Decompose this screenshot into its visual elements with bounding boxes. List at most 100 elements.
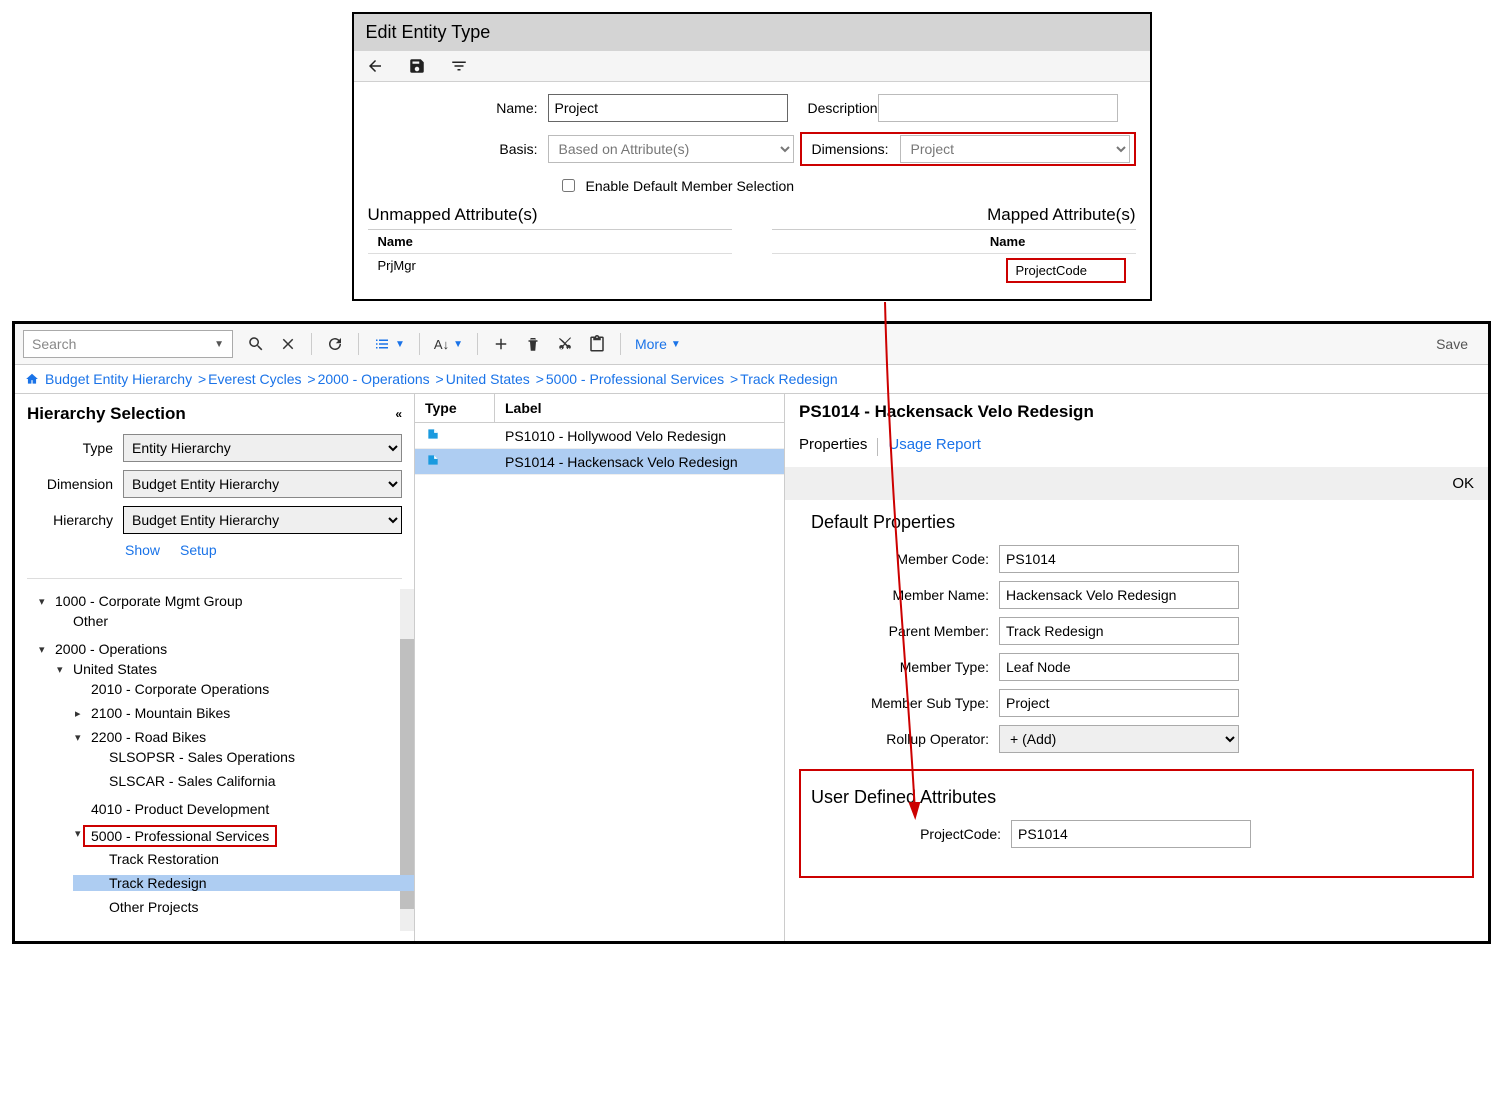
hierarchy-label: Hierarchy bbox=[27, 512, 113, 528]
enable-default-label: Enable Default Member Selection bbox=[586, 178, 795, 194]
save-button[interactable]: Save bbox=[1436, 336, 1480, 352]
mapped-name-hdr: Name bbox=[772, 230, 1136, 254]
sort-button[interactable]: A↓ ▼ bbox=[434, 337, 463, 352]
tree-node[interactable]: United States 2010 - Corporate Operation… bbox=[73, 657, 402, 927]
unmapped-heading: Unmapped Attribute(s) bbox=[368, 205, 732, 225]
dimension-select[interactable]: Budget Entity Hierarchy bbox=[123, 470, 402, 498]
tree-node[interactable]: SLSCAR - Sales California bbox=[109, 769, 402, 793]
scrollbar-thumb[interactable] bbox=[400, 639, 414, 909]
filter-icon[interactable] bbox=[450, 57, 468, 75]
edit-entity-dialog: Edit Entity Type Name: Description: Basi… bbox=[352, 12, 1152, 301]
member-code-field[interactable] bbox=[999, 545, 1239, 573]
paste-icon[interactable] bbox=[588, 335, 606, 353]
tree-node[interactable]: 2100 - Mountain Bikes bbox=[91, 701, 402, 725]
enable-default-checkbox[interactable] bbox=[562, 179, 575, 192]
tree-node[interactable]: 2200 - Road Bikes SLSOPSR - Sales Operat… bbox=[91, 725, 402, 797]
search-placeholder: Search bbox=[32, 336, 76, 352]
save-icon[interactable] bbox=[408, 57, 426, 75]
sort-icon: A↓ bbox=[434, 337, 449, 352]
uda-heading: User Defined Attributes bbox=[811, 787, 1462, 808]
mapped-row[interactable]: ProjectCode bbox=[1008, 260, 1124, 281]
tree-node-highlight[interactable]: 5000 - Professional Services Track Resto… bbox=[91, 821, 402, 923]
list-view-button[interactable]: ▼ bbox=[373, 335, 405, 353]
add-icon[interactable] bbox=[492, 335, 510, 353]
detail-title: PS1014 - Hackensack Velo Redesign bbox=[799, 402, 1474, 422]
dimensions-highlight: Dimensions: Project bbox=[800, 132, 1136, 166]
projectcode-field[interactable] bbox=[1011, 820, 1251, 848]
crumb-3[interactable]: United States bbox=[446, 371, 530, 387]
mid-label-hdr: Label bbox=[495, 394, 784, 422]
rollup-label: Rollup Operator: bbox=[799, 731, 999, 747]
tab-properties[interactable]: Properties bbox=[799, 436, 867, 457]
user-defined-attributes: User Defined Attributes ProjectCode: bbox=[799, 769, 1474, 878]
tree-node[interactable]: 2000 - Operations United States 2010 - C… bbox=[55, 637, 402, 931]
tree-node[interactable]: Track Restoration bbox=[109, 847, 402, 871]
member-code-label: Member Code: bbox=[799, 551, 999, 567]
dimensions-label: Dimensions: bbox=[812, 141, 900, 157]
member-subtype-label: Member Sub Type: bbox=[799, 695, 999, 711]
member-list: Type Label PS1010 - Hollywood Velo Redes… bbox=[415, 394, 785, 941]
hierarchy-sidebar: Hierarchy Selection « Type Entity Hierar… bbox=[15, 394, 415, 941]
crumb-2[interactable]: 2000 - Operations bbox=[318, 371, 430, 387]
crumb-1[interactable]: Everest Cycles bbox=[208, 371, 301, 387]
chevron-down-icon: ▼ bbox=[214, 339, 224, 350]
dialog-title: Edit Entity Type bbox=[354, 14, 1150, 51]
tree-node[interactable]: 1000 - Corporate Mgmt Group Other bbox=[55, 589, 402, 637]
unmapped-table: Name PrjMgr bbox=[368, 229, 732, 277]
member-name-field[interactable] bbox=[999, 581, 1239, 609]
hierarchy-select[interactable]: Budget Entity Hierarchy bbox=[123, 506, 402, 534]
mapped-row-highlight: ProjectCode bbox=[1006, 258, 1126, 283]
delete-icon[interactable] bbox=[524, 335, 542, 353]
dialog-toolbar bbox=[354, 51, 1150, 82]
setup-link[interactable]: Setup bbox=[180, 542, 217, 558]
back-icon[interactable] bbox=[366, 57, 384, 75]
tree-node-selected[interactable]: Track Redesign bbox=[109, 871, 402, 895]
crumb-0[interactable]: Budget Entity Hierarchy bbox=[45, 371, 192, 387]
mapped-heading: Mapped Attribute(s) bbox=[772, 205, 1136, 225]
member-type-label: Member Type: bbox=[799, 659, 999, 675]
dimensions-select[interactable]: Project bbox=[900, 135, 1130, 163]
search-input[interactable]: Search ▼ bbox=[23, 330, 233, 358]
mid-type-hdr: Type bbox=[415, 394, 495, 422]
hierarchy-selection-heading: Hierarchy Selection bbox=[27, 404, 186, 424]
close-icon[interactable] bbox=[279, 335, 297, 353]
more-label: More bbox=[635, 336, 667, 352]
name-label: Name: bbox=[368, 100, 548, 116]
list-item-selected[interactable]: PS1014 - Hackensack Velo Redesign bbox=[415, 449, 784, 475]
type-label: Type bbox=[27, 440, 113, 456]
crumb-5[interactable]: Track Redesign bbox=[740, 371, 838, 387]
cut-icon[interactable] bbox=[556, 335, 574, 353]
ok-button[interactable]: OK bbox=[1452, 475, 1474, 492]
properties-pane: PS1014 - Hackensack Velo Redesign Proper… bbox=[785, 394, 1488, 941]
show-link[interactable]: Show bbox=[125, 542, 160, 558]
list-item-label: PS1014 - Hackensack Velo Redesign bbox=[495, 450, 784, 474]
tab-usage-report[interactable]: Usage Report bbox=[888, 436, 981, 457]
member-type-field[interactable] bbox=[999, 653, 1239, 681]
home-icon[interactable] bbox=[25, 372, 39, 386]
refresh-icon[interactable] bbox=[326, 335, 344, 353]
parent-member-field[interactable] bbox=[999, 617, 1239, 645]
tree-node[interactable]: 4010 - Product Development bbox=[91, 797, 402, 821]
leaf-icon bbox=[425, 427, 441, 441]
unmapped-row[interactable]: PrjMgr bbox=[368, 254, 732, 277]
type-select[interactable]: Entity Hierarchy bbox=[123, 434, 402, 462]
tree-node[interactable]: Other bbox=[73, 609, 402, 633]
list-item[interactable]: PS1010 - Hollywood Velo Redesign bbox=[415, 423, 784, 449]
default-properties-heading: Default Properties bbox=[811, 512, 1474, 533]
tree-node[interactable]: Other Projects bbox=[109, 895, 402, 919]
description-field[interactable] bbox=[878, 94, 1118, 122]
hierarchy-browser: Search ▼ ▼ A↓ ▼ More ▼ Save Budget Enti bbox=[12, 321, 1491, 944]
description-label: Description: bbox=[788, 100, 878, 116]
parent-member-label: Parent Member: bbox=[799, 623, 999, 639]
more-button[interactable]: More ▼ bbox=[635, 336, 681, 352]
crumb-4[interactable]: 5000 - Professional Services bbox=[546, 371, 724, 387]
tree-node[interactable]: 2010 - Corporate Operations bbox=[91, 677, 402, 701]
rollup-select[interactable]: + (Add) bbox=[999, 725, 1239, 753]
tree-node[interactable]: SLSOPSR - Sales Operations bbox=[109, 745, 402, 769]
name-field[interactable] bbox=[548, 94, 788, 122]
basis-label: Basis: bbox=[368, 141, 548, 157]
collapse-icon[interactable]: « bbox=[395, 407, 402, 421]
search-icon[interactable] bbox=[247, 335, 265, 353]
member-subtype-field[interactable] bbox=[999, 689, 1239, 717]
basis-select[interactable]: Based on Attribute(s) bbox=[548, 135, 794, 163]
